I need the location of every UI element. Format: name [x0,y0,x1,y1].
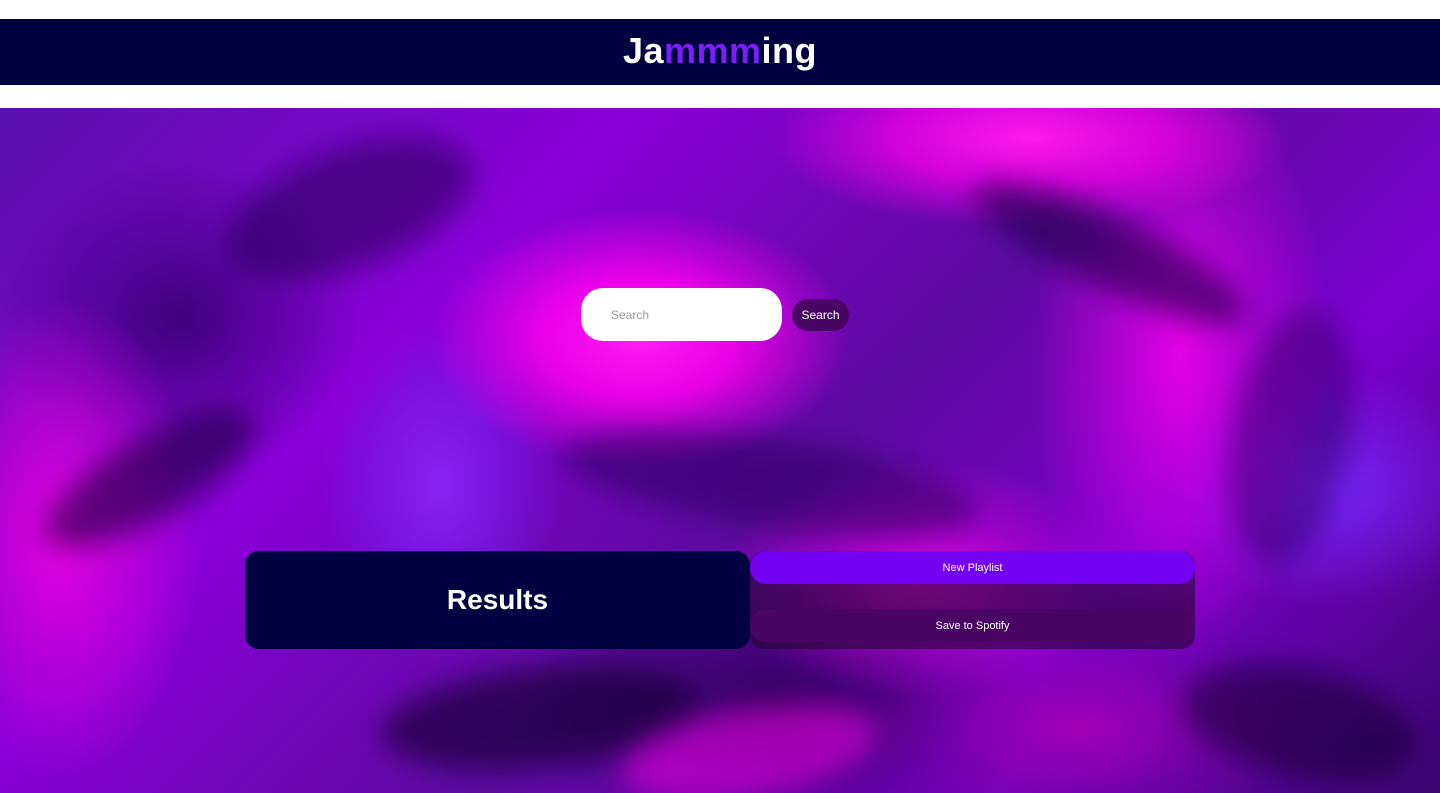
background-swirl [207,108,493,309]
background-swirl [1171,644,1429,793]
brand-accent: mmm [664,30,762,71]
playlist-name-input[interactable] [750,551,1195,584]
playlist-panel: Save to Spotify [750,551,1195,649]
background-swirl [26,383,274,573]
app-header: Jammming [0,19,1440,85]
background-swirl [555,409,985,557]
background-swirl [1208,299,1372,577]
search-input[interactable] [581,288,782,341]
save-to-spotify-button[interactable]: Save to Spotify [750,609,1195,642]
background-hero [0,108,1440,793]
app-logo: Jammming [623,30,817,72]
brand-prefix: Ja [622,30,665,71]
results-title: Results [446,584,549,615]
background-swirl [959,157,1261,349]
search-bar: Search [581,288,849,341]
brand-suffix: ing [761,30,818,71]
results-panel: Results [245,551,750,649]
search-button[interactable]: Search [792,298,849,331]
